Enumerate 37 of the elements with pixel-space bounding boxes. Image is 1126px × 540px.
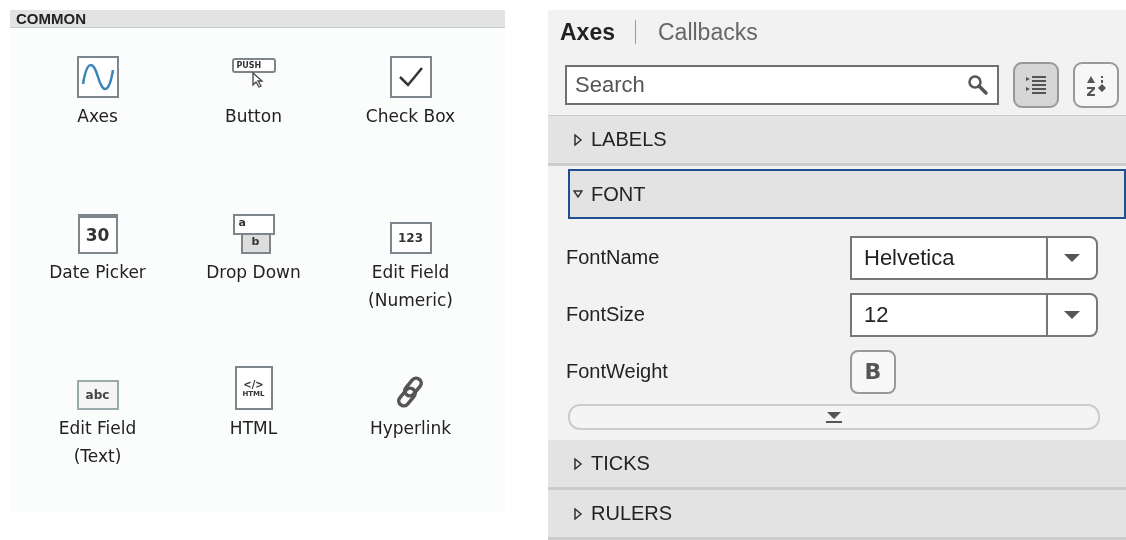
tab[interactable]: Axes: [560, 18, 615, 46]
property-label: FontSize: [566, 303, 646, 327]
sine-wave-icon: [76, 56, 119, 98]
component-item[interactable]: a b Drop Down: [183, 210, 324, 366]
section-header[interactable]: LABELS: [548, 116, 1126, 167]
numeric-field-icon: 123: [389, 222, 432, 254]
component-item[interactable]: PUSH Button: [183, 54, 324, 210]
dropdown[interactable]: 12: [850, 292, 1098, 337]
grouped-view-button[interactable]: [1013, 61, 1059, 108]
component-item[interactable]: Axes: [27, 54, 168, 210]
checkbox-icon: [389, 56, 432, 98]
text-field-icon: abc: [76, 380, 119, 410]
component-item[interactable]: abc Edit Field (Text): [27, 366, 168, 522]
tab[interactable]: Callbacks: [658, 18, 758, 46]
dropdown[interactable]: Helvetica: [850, 235, 1098, 280]
collapsed-caret-icon: [573, 507, 583, 520]
section-header[interactable]: TICKS: [548, 440, 1126, 491]
section-header[interactable]: FONT: [568, 169, 1126, 220]
search-icon: [967, 73, 989, 96]
component-item[interactable]: Hyperlink: [340, 366, 481, 522]
component-item[interactable]: 123 Edit Field (Numeric): [340, 210, 481, 366]
property-label: FontName: [566, 246, 661, 270]
property-label: FontWeight: [566, 360, 669, 384]
sort-button[interactable]: [1073, 61, 1119, 108]
collapsed-caret-icon: [573, 133, 583, 146]
caret-icon: [1064, 253, 1080, 262]
component-item[interactable]: Check Box: [340, 54, 481, 210]
expand-down-icon: [825, 411, 843, 424]
search-field[interactable]: Search: [565, 64, 999, 105]
bold-toggle-button[interactable]: B: [850, 349, 896, 394]
collapsed-caret-icon: [573, 457, 583, 470]
section-title: COMMON: [16, 10, 86, 27]
caret-icon: [1064, 310, 1080, 319]
component-item[interactable]: 30 Date Picker: [27, 210, 168, 366]
section-header[interactable]: RULERS: [548, 490, 1126, 540]
calendar-icon: 30: [77, 214, 118, 254]
expanded-caret-icon: [573, 189, 583, 200]
